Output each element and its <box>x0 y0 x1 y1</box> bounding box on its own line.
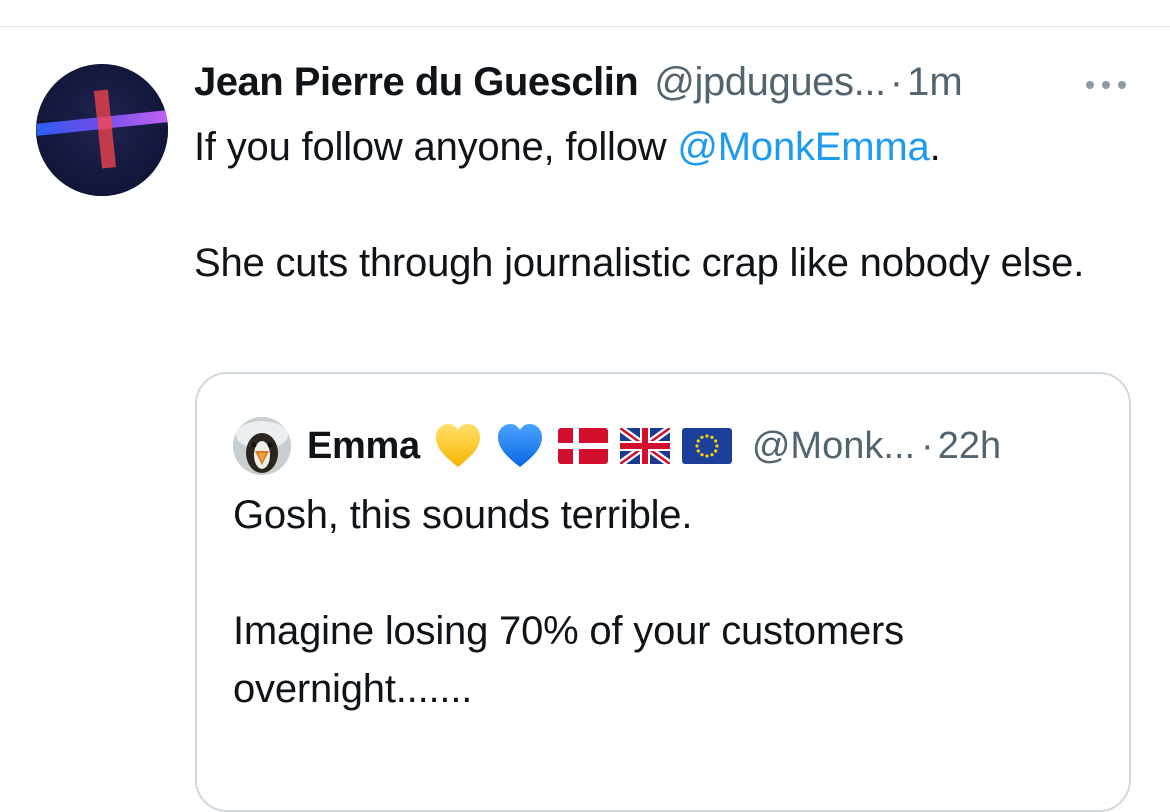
quoted-tweet-card[interactable]: Emma @Monk... · 22h Gosh, this sounds te… <box>195 372 1131 812</box>
quote-paragraph-2: Imagine losing 70% of your customers ove… <box>233 609 904 711</box>
mention-link[interactable]: @MonkEmma <box>677 125 929 169</box>
quote-timestamp[interactable]: 22h <box>938 425 1001 468</box>
quote-author-avatar[interactable] <box>233 417 291 475</box>
tweet-timestamp[interactable]: 1m <box>907 60 963 105</box>
quote-author-handle[interactable]: @Monk... <box>752 425 915 468</box>
more-options-button[interactable] <box>1084 72 1128 98</box>
tweet-paragraph-1: If you follow anyone, follow @MonkEmma. <box>194 118 1134 176</box>
tweet-header: Jean Pierre du Guesclin @jpdugues... · 1… <box>194 60 963 112</box>
more-horizontal-icon <box>1086 81 1126 89</box>
author-name[interactable]: Jean Pierre du Guesclin <box>194 60 639 105</box>
separator-dot: · <box>889 60 904 104</box>
blue-heart-icon <box>497 424 542 467</box>
quote-paragraph-1: Gosh, this sounds terrible. <box>233 493 693 537</box>
tweet-text-after-mention: . <box>929 125 941 169</box>
yellow-heart-icon <box>435 424 480 467</box>
author-handle[interactable]: @jpdugues... <box>654 60 886 105</box>
eu-flag-icon <box>681 428 732 464</box>
tweet-text-before-mention: If you follow anyone, follow <box>194 125 678 169</box>
quote-header: Emma @Monk... · 22h <box>233 416 1001 476</box>
top-divider <box>0 26 1170 27</box>
tweet-text: If you follow anyone, follow @MonkEmma. … <box>194 118 1134 292</box>
uk-flag-icon <box>619 428 670 464</box>
denmark-flag-icon <box>557 428 608 464</box>
quote-author-name[interactable]: Emma <box>307 425 420 468</box>
tweet-paragraph-2: She cuts through journalistic crap like … <box>194 241 1085 285</box>
author-avatar[interactable] <box>36 64 168 196</box>
quote-text: Gosh, this sounds terrible. Imagine losi… <box>233 486 1093 718</box>
quote-separator-dot: · <box>921 424 934 467</box>
